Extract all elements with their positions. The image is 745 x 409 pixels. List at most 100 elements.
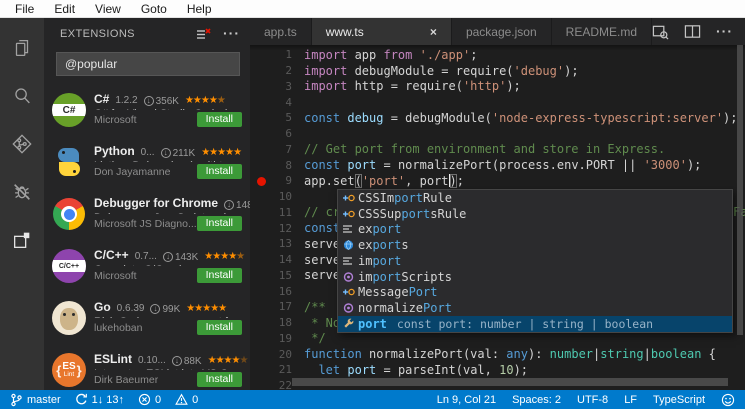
download-icon: ↓: [172, 356, 182, 366]
suggestion-importScripts[interactable]: importScripts: [338, 269, 732, 285]
git-branch-status[interactable]: master: [10, 393, 61, 407]
ellipsis-icon[interactable]: ···: [223, 25, 240, 43]
suggestion-export[interactable]: export: [338, 222, 732, 238]
install-button[interactable]: Install: [197, 112, 242, 127]
line-content: import http = require('http');: [292, 79, 521, 93]
error-count[interactable]: 0: [138, 393, 161, 406]
download-icon: ↓: [163, 252, 173, 262]
line-number: 21: [250, 363, 292, 376]
download-icon: ↓: [150, 304, 160, 314]
extension-description: Linting, Debugging (multi-t...: [94, 160, 242, 163]
extension-info: C#1.2.2↓356K★★★★★C# for Visual Studio Co…: [94, 92, 242, 127]
extension-footer-row: MicrosoftInstall: [94, 268, 242, 283]
suggestion-normalizePort[interactable]: normalizePort: [338, 300, 732, 316]
tab-www.ts[interactable]: www.ts×: [312, 18, 452, 45]
extension-name: C#: [94, 92, 109, 106]
download-icon: ↓: [224, 200, 234, 210]
extension-row[interactable]: {ESLint}ESLint0.10...↓88K★★★★★Integrates…: [44, 344, 250, 390]
sync-status-label: 1↓ 13↑: [92, 394, 124, 406]
menubar: FileEditViewGotoHelp: [0, 0, 745, 18]
suggestion-label: Rule: [423, 191, 452, 205]
suggestion-match: Port: [409, 285, 438, 299]
encoding[interactable]: UTF-8: [577, 394, 608, 406]
language-mode[interactable]: TypeScript: [653, 394, 705, 406]
install-button[interactable]: Install: [197, 372, 242, 387]
ellipsis-icon[interactable]: ···: [716, 23, 733, 41]
extension-row[interactable]: Go0.6.39↓99K★★★★★Rich Go language suppor…: [44, 292, 250, 344]
cursor-position[interactable]: Ln 9, Col 21: [437, 394, 496, 406]
extension-name: C/C++: [94, 248, 129, 262]
menu-edit[interactable]: Edit: [45, 2, 84, 16]
status-bar-right: Ln 9, Col 21 Spaces: 2 UTF-8 LF TypeScript: [421, 393, 735, 407]
extension-name: Debugger for Chrome: [94, 196, 218, 210]
eslint-logo-icon: {ESLint}: [52, 353, 86, 387]
horizontal-scrollbar[interactable]: [292, 378, 728, 386]
extension-name: Python: [94, 144, 135, 158]
preview-icon[interactable]: [652, 24, 669, 40]
activity-item-search[interactable]: [0, 74, 44, 122]
install-button[interactable]: Install: [197, 216, 242, 231]
suggestion-label: ex: [358, 238, 372, 252]
suggestion-label: im: [358, 270, 372, 284]
split-icon[interactable]: [684, 24, 701, 39]
code-line-3: 3import http = require('http');: [250, 79, 745, 95]
tab-README.md[interactable]: README.md: [552, 18, 652, 45]
line-number: 2: [250, 64, 292, 77]
menu-file[interactable]: File: [6, 2, 43, 16]
close-icon[interactable]: ×: [416, 25, 437, 39]
code-line-20: 20function normalizePort(val: any): numb…: [250, 346, 745, 362]
menu-help[interactable]: Help: [178, 2, 221, 16]
activity-item-source-control[interactable]: [0, 122, 44, 170]
tab-package.json[interactable]: package.json: [452, 18, 552, 45]
line-number: 14: [250, 253, 292, 266]
extension-name: Go: [94, 300, 111, 314]
extension-info: C/C++0.7...↓143K★★★★★Complete C/C++ lang…: [94, 248, 242, 283]
suggestion-CSSSupportsRule[interactable]: CSSSupportsRule: [338, 206, 732, 222]
extension-title-row: Python0...↓211K★★★★★: [94, 144, 242, 159]
tab-app.ts[interactable]: app.ts: [250, 18, 312, 45]
extension-row[interactable]: C#C#1.2.2↓356K★★★★★C# for Visual Studio …: [44, 84, 250, 136]
activity-item-explorer[interactable]: [0, 26, 44, 74]
sidebar-header: EXTENSIONS ···: [44, 18, 250, 50]
eol-label: LF: [624, 394, 637, 406]
suggestion-import[interactable]: import: [338, 253, 732, 269]
sync-status[interactable]: 1↓ 13↑: [75, 393, 124, 406]
extension-row[interactable]: Debugger for Chrome↓148Debug your JavaSc…: [44, 188, 250, 240]
suggestion-port[interactable]: portconst port: number | string | boolea…: [338, 316, 732, 332]
search-icon: [11, 85, 33, 112]
activity-item-extensions[interactable]: [0, 218, 44, 266]
suggestion-MessagePort[interactable]: MessagePort: [338, 285, 732, 301]
extensions-search-input[interactable]: [57, 53, 239, 75]
extension-footer-row: lukehobanInstall: [94, 320, 242, 335]
line-content: */: [292, 331, 326, 345]
clear-filter-icon[interactable]: [196, 28, 211, 41]
line-number: 19: [250, 332, 292, 345]
eol[interactable]: LF: [624, 394, 637, 406]
activity-item-debug[interactable]: [0, 170, 44, 218]
suggestion-CSSImportRule[interactable]: CSSImportRule: [338, 190, 732, 206]
menu-goto[interactable]: Goto: [132, 2, 176, 16]
extension-row[interactable]: Python0...↓211K★★★★★Linting, Debugging (…: [44, 136, 250, 188]
extension-version: 0.7...: [135, 251, 157, 262]
indentation[interactable]: Spaces: 2: [512, 394, 561, 406]
code-line-8: 8const port = normalizePort(process.env.…: [250, 157, 745, 173]
download-count: 143K: [175, 252, 198, 263]
code-editor[interactable]: 1import app from './app';2import debugMo…: [250, 45, 745, 390]
install-button[interactable]: Install: [197, 268, 242, 283]
install-button[interactable]: Install: [197, 320, 242, 335]
line-number: 17: [250, 300, 292, 313]
rating-stars-icon: ★★★★★: [186, 303, 226, 314]
extension-row[interactable]: C/C++C/C++0.7...↓143K★★★★★Complete C/C++…: [44, 240, 250, 292]
csharp-logo-icon: C#: [52, 93, 86, 127]
warning-count[interactable]: 0: [175, 393, 198, 406]
extension-description: Debug your JavaScript code...: [94, 212, 242, 215]
suggestion-label: s: [401, 238, 408, 252]
vertical-scrollbar[interactable]: [737, 45, 743, 335]
feedback-smiley[interactable]: [721, 393, 735, 407]
menu-view[interactable]: View: [86, 2, 130, 16]
breakpoint-icon[interactable]: [257, 177, 266, 186]
install-button[interactable]: Install: [197, 164, 242, 179]
rating-stars-icon: ★★★★★: [204, 251, 244, 262]
line-number: 22: [250, 379, 292, 390]
suggestion-exports[interactable]: exports: [338, 237, 732, 253]
